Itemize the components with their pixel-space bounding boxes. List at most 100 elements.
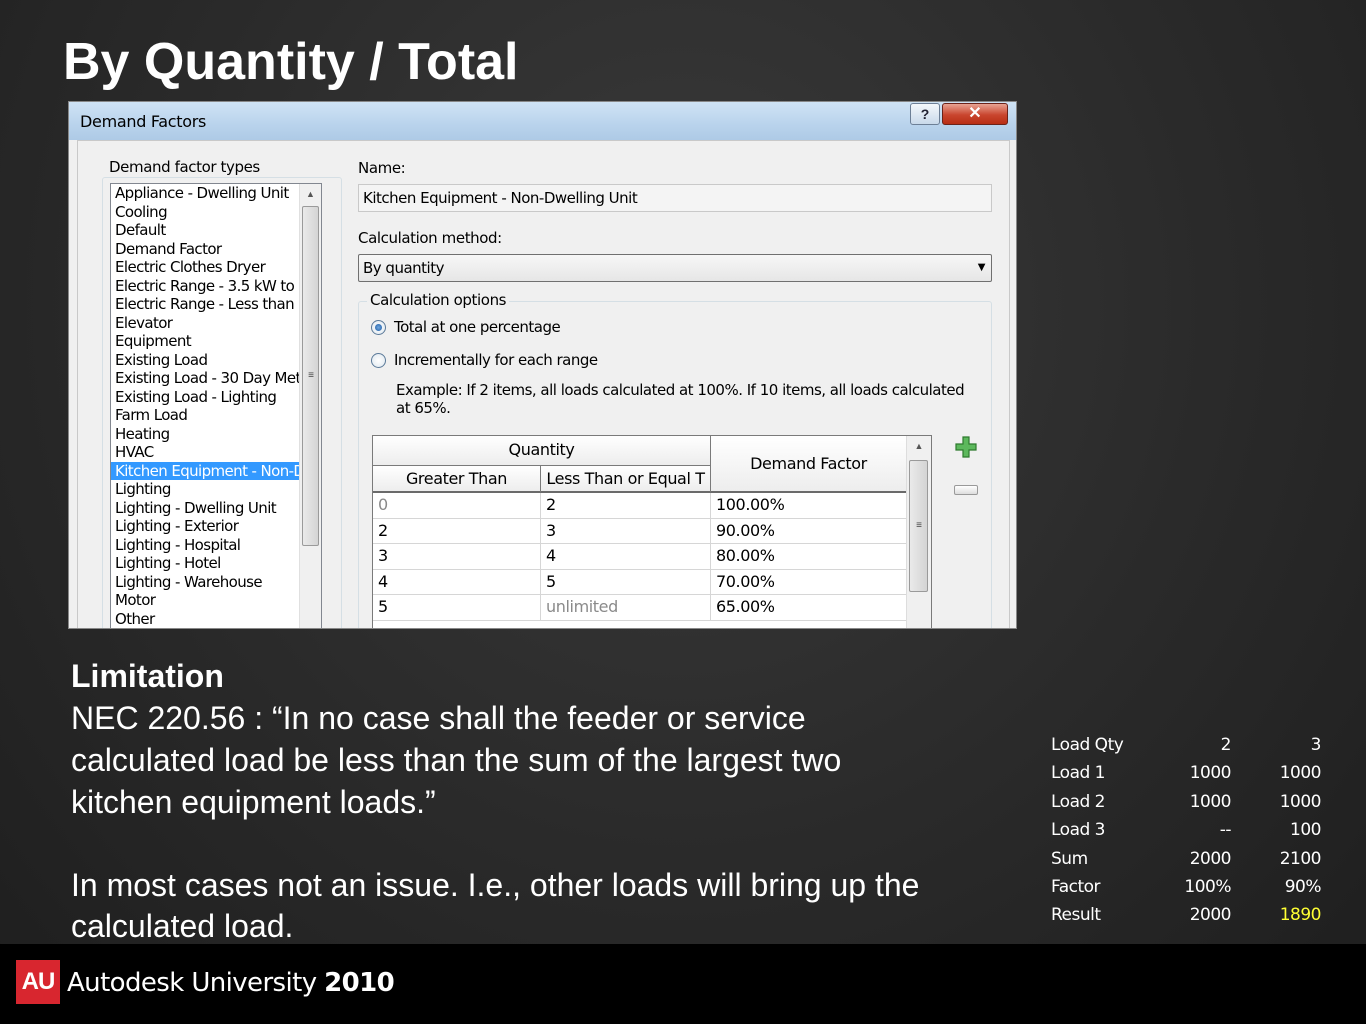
incremental-radio[interactable] bbox=[371, 353, 386, 368]
grid-scroll-up-icon[interactable]: ▲ bbox=[907, 436, 931, 456]
types-scrollbar[interactable]: ▲ ≡ bbox=[299, 184, 321, 628]
grid-scroll-thumb[interactable]: ≡ bbox=[909, 460, 928, 592]
grid-cell-greater[interactable]: 5 bbox=[373, 595, 541, 620]
calc-row: Load 1 1000 1000 bbox=[1051, 759, 1323, 787]
calc-cell-a: 2000 bbox=[1189, 905, 1232, 926]
note-line-1: In most cases not an issue. I.e., other … bbox=[71, 867, 920, 903]
note-line-2: calculated load. bbox=[71, 908, 294, 944]
type-list-item[interactable]: Kitchen Equipment - Non-D bbox=[111, 461, 299, 480]
grid-row[interactable]: 0 2 100.00% bbox=[373, 493, 907, 519]
grid-cell-less[interactable]: unlimited bbox=[541, 595, 711, 620]
slide-title: By Quantity / Total bbox=[63, 33, 519, 91]
grid-cell-factor[interactable]: 100.00% bbox=[711, 493, 907, 518]
grid-cell-less[interactable]: 5 bbox=[541, 569, 711, 595]
scroll-up-icon[interactable]: ▲ bbox=[300, 184, 321, 204]
grid-cell-factor[interactable]: 80.00% bbox=[711, 544, 907, 569]
name-input[interactable]: Kitchen Equipment - Non-Dwelling Unit bbox=[358, 184, 992, 212]
type-list-item[interactable]: Heating bbox=[111, 425, 299, 444]
type-list-item[interactable]: Lighting - Hotel bbox=[111, 554, 299, 573]
grid-cell-less[interactable]: 3 bbox=[541, 518, 711, 544]
calc-cell-b: 2100 bbox=[1279, 848, 1322, 869]
demand-factor-header[interactable]: Demand Factor bbox=[711, 436, 907, 493]
grid-cell-greater[interactable]: 2 bbox=[373, 518, 541, 544]
calc-cell-b: 1890 bbox=[1279, 905, 1322, 926]
calc-cell-a: -- bbox=[1219, 820, 1232, 841]
type-list-item[interactable]: HVAC bbox=[111, 443, 299, 462]
quantity-header: Quantity bbox=[373, 436, 711, 466]
type-list-item[interactable]: Demand Factor bbox=[111, 240, 299, 259]
grid-grip-icon: ≡ bbox=[916, 520, 922, 531]
type-list-item[interactable]: Elevator bbox=[111, 314, 299, 333]
type-list-item[interactable]: Motor bbox=[111, 591, 299, 610]
help-button[interactable]: ? bbox=[910, 103, 940, 125]
type-list-item[interactable]: Electric Range - 3.5 kW to bbox=[111, 277, 299, 296]
types-list: Appliance - Dwelling Unit Cooling Default D… bbox=[111, 184, 299, 628]
remove-row-icon[interactable] bbox=[954, 485, 978, 495]
type-list-item[interactable]: Electric Range - Less than bbox=[111, 295, 299, 314]
grid-scrollbar[interactable]: ▲ ≡ bbox=[906, 436, 931, 628]
type-list-item[interactable]: Electric Clothes Dryer bbox=[111, 258, 299, 277]
options-group-label: Calculation options bbox=[367, 291, 510, 309]
types-listbox[interactable]: Appliance - Dwelling Unit Cooling Default D… bbox=[110, 183, 322, 628]
close-button[interactable]: ✕ bbox=[942, 103, 1008, 125]
type-list-item[interactable]: Farm Load bbox=[111, 406, 299, 425]
grid-cell-factor[interactable]: 90.00% bbox=[711, 518, 907, 544]
type-list-item[interactable]: Lighting - Hospital bbox=[111, 536, 299, 555]
type-list-item[interactable]: Appliance - Dwelling Unit bbox=[111, 184, 299, 203]
add-row-icon[interactable] bbox=[954, 435, 978, 459]
grid-cell-factor[interactable]: 70.00% bbox=[711, 569, 907, 595]
au-logo: AU bbox=[16, 960, 60, 1004]
method-label: Calculation method: bbox=[358, 229, 502, 247]
less-than-header[interactable]: Less Than or Equal T bbox=[541, 466, 711, 493]
grid-cell-factor[interactable]: 65.00% bbox=[711, 595, 907, 620]
grid-cell-less[interactable]: 4 bbox=[541, 544, 711, 569]
nec-quote-line-2: calculated load be less than the sum of … bbox=[71, 742, 842, 778]
type-list-item[interactable]: Existing Load - 30 Day Met bbox=[111, 369, 299, 388]
limitation-heading: Limitation bbox=[71, 658, 224, 694]
grid-row[interactable]: 5 unlimited 65.00% bbox=[373, 595, 907, 621]
name-label: Name: bbox=[358, 159, 406, 177]
type-list-item[interactable]: Lighting - Warehouse bbox=[111, 573, 299, 592]
calc-cell-b: 3 bbox=[1310, 735, 1322, 755]
calc-row: Load Qty 2 3 bbox=[1051, 731, 1323, 759]
example-line-1: Example: If 2 items, all loads calculate… bbox=[396, 381, 965, 399]
calc-row: Result 2000 1890 bbox=[1051, 901, 1323, 929]
type-list-item[interactable]: Other bbox=[111, 610, 299, 629]
type-list-item[interactable]: Default bbox=[111, 221, 299, 240]
calc-cell-label: Load Qty bbox=[1051, 735, 1124, 755]
calc-table: Load Qty 2 3 Load 1 1000 1000 Load 2 1000 1000 Lo… bbox=[1051, 731, 1323, 930]
total-radio[interactable] bbox=[371, 320, 386, 335]
demand-factors-dialog: Demand Factors ? ✕ Demand factor types A… bbox=[68, 101, 1017, 629]
method-value: By quantity bbox=[363, 259, 444, 277]
demand-factor-grid[interactable]: Quantity Greater Than Less Than or Equal… bbox=[372, 435, 932, 628]
total-option-label[interactable]: Total at one percentage bbox=[394, 318, 561, 336]
type-list-item[interactable]: Lighting - Dwelling Unit bbox=[111, 499, 299, 518]
grid-row[interactable]: 3 4 80.00% bbox=[373, 544, 907, 570]
calc-cell-b: 100 bbox=[1290, 820, 1321, 841]
grid-cell-greater[interactable]: 3 bbox=[373, 544, 541, 569]
types-group-label: Demand factor types bbox=[106, 158, 263, 176]
type-list-item[interactable]: Equipment bbox=[111, 332, 299, 351]
calc-cell-a: 1000 bbox=[1189, 791, 1232, 812]
brand-year: 2010 bbox=[324, 968, 395, 998]
type-list-item[interactable]: Cooling bbox=[111, 203, 299, 222]
nec-quote-line-1: NEC 220.56 : “In no case shall the feede… bbox=[71, 700, 806, 736]
calc-cell-a: 2 bbox=[1220, 735, 1232, 755]
grip-icon: ≡ bbox=[308, 370, 314, 381]
type-list-item[interactable]: Lighting - Exterior bbox=[111, 517, 299, 536]
greater-than-header[interactable]: Greater Than bbox=[373, 466, 541, 493]
grid-row[interactable]: 4 5 70.00% bbox=[373, 569, 907, 596]
grid-cell-greater[interactable]: 0 bbox=[373, 493, 541, 518]
grid-row[interactable]: 2 3 90.00% bbox=[373, 518, 907, 545]
method-select[interactable]: By quantity ▼ bbox=[358, 254, 992, 282]
type-list-item[interactable]: Lighting bbox=[111, 480, 299, 499]
type-list-item[interactable]: Existing Load - Lighting bbox=[111, 388, 299, 407]
calc-cell-b: 1000 bbox=[1279, 763, 1322, 784]
incremental-option-label[interactable]: Incrementally for each range bbox=[394, 351, 598, 369]
scroll-thumb[interactable]: ≡ bbox=[302, 206, 319, 546]
grid-cell-greater[interactable]: 4 bbox=[373, 569, 541, 595]
grid-cell-less[interactable]: 2 bbox=[541, 493, 711, 518]
calc-cell-a: 2000 bbox=[1189, 848, 1232, 869]
type-list-item[interactable]: Existing Load bbox=[111, 351, 299, 370]
calc-cell-b: 90% bbox=[1284, 876, 1322, 897]
